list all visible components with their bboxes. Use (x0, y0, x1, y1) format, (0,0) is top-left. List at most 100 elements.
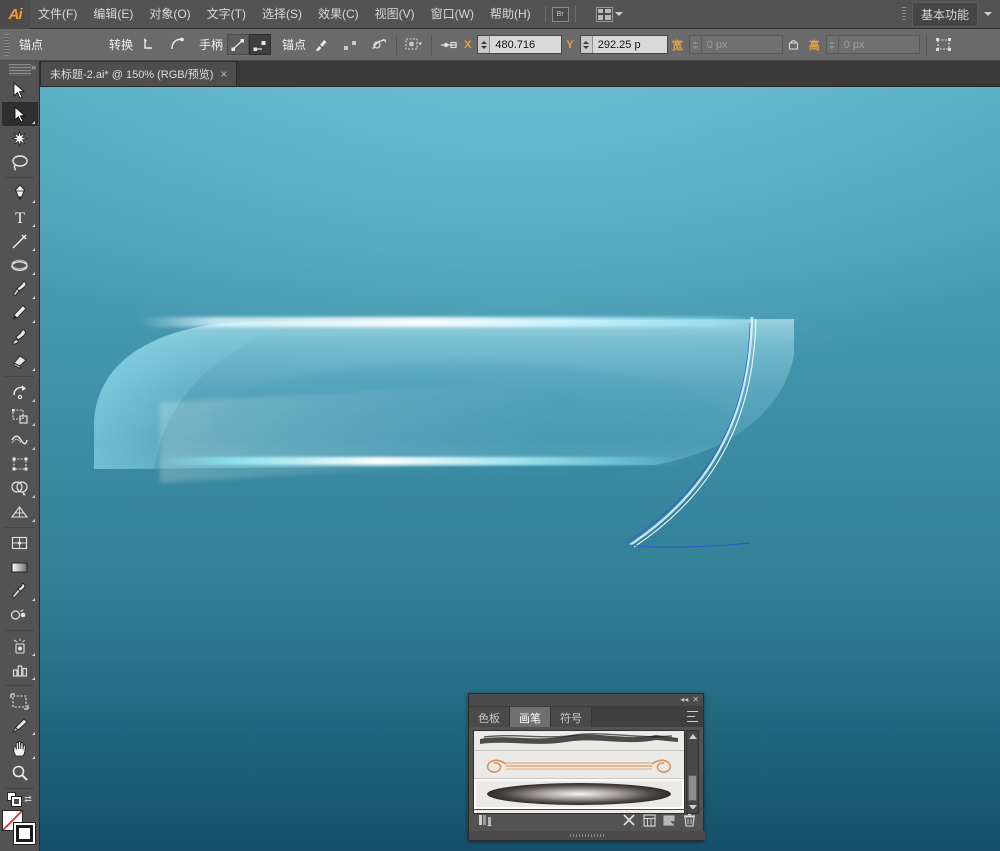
width-value: 0 px (706, 38, 728, 51)
magic-wand-tool[interactable] (2, 126, 38, 150)
direct-selection-tool[interactable] (1, 102, 38, 126)
free-transform-tool[interactable] (2, 452, 38, 476)
blob-brush-tool[interactable] (2, 325, 38, 349)
tool-sub-indicator (31, 200, 35, 203)
brush-options-icon[interactable] (639, 811, 659, 829)
panel-resize-grip[interactable] (469, 831, 705, 840)
hand-tool[interactable] (2, 737, 38, 761)
artboard-tool[interactable] (2, 689, 38, 713)
menu-file[interactable]: 文件(F) (30, 0, 85, 28)
delete-brush-icon[interactable] (679, 811, 699, 829)
gradient-tool[interactable] (2, 555, 38, 579)
tool-sub-indicator (31, 368, 35, 371)
height-stepper[interactable] (826, 36, 839, 53)
scale-tool[interactable] (2, 404, 38, 428)
pencil-tool[interactable] (2, 301, 38, 325)
tab-brushes[interactable]: 画笔 (510, 707, 551, 727)
lock-aspect-ratio-icon[interactable] (783, 34, 805, 56)
tool-sub-indicator (31, 756, 35, 759)
scroll-up-icon[interactable] (687, 731, 698, 742)
cut-path-icon[interactable] (368, 34, 390, 56)
control-bar: 锚点 转换 手柄 锚点 X 480.716 Y 292.25 p 宽 0 px … (0, 29, 1000, 61)
brush-rope-ribbon[interactable] (474, 751, 684, 779)
transform-icon[interactable] (933, 34, 955, 56)
hide-handles-icon[interactable] (249, 34, 272, 55)
menu-select[interactable]: 选择(S) (254, 0, 310, 28)
brush-libraries-menu-icon[interactable] (475, 811, 495, 829)
arrange-documents-icon[interactable] (595, 6, 623, 22)
close-panel-icon[interactable]: ✕ (692, 696, 699, 704)
blend-tool[interactable] (2, 603, 38, 627)
tab-swatches[interactable]: 色板 (469, 707, 510, 727)
brush-dark-oval-gradient[interactable] (474, 779, 684, 809)
paintbrush-tool[interactable] (2, 277, 38, 301)
perspective-grid-tool[interactable] (2, 500, 38, 524)
menu-object[interactable]: 对象(O) (141, 0, 198, 28)
brush-charcoal-stroke[interactable] (474, 731, 684, 751)
width-tool[interactable] (2, 428, 38, 452)
y-stepper[interactable] (580, 36, 593, 53)
column-graph-tool[interactable] (2, 658, 38, 682)
eyedropper-tool[interactable] (2, 579, 38, 603)
lasso-tool[interactable] (2, 150, 38, 174)
show-handles-icon[interactable] (227, 34, 250, 55)
y-axis-icon: Y (566, 38, 574, 51)
stroke-swatch[interactable] (12, 822, 36, 845)
scrollbar-track[interactable] (688, 743, 697, 801)
scrollbar-thumb[interactable] (688, 775, 697, 801)
type-tool[interactable]: T (2, 205, 38, 229)
panel-title-bar[interactable]: ◂◂ ✕ (469, 694, 703, 707)
slice-tool[interactable] (2, 713, 38, 737)
mesh-tool[interactable] (2, 531, 38, 555)
tab-symbols[interactable]: 符号 (551, 707, 592, 727)
zoom-tool[interactable] (2, 761, 38, 785)
control-bar-grip[interactable] (4, 33, 9, 56)
new-brush-icon[interactable] (659, 811, 679, 829)
panel-menu-icon[interactable] (687, 711, 699, 722)
swap-fill-stroke-icon[interactable]: ⇄ (24, 794, 32, 804)
brush-list[interactable] (473, 730, 685, 814)
rotate-tool[interactable] (2, 380, 38, 404)
convert-to-corner-icon[interactable] (137, 34, 159, 56)
menu-view[interactable]: 视图(V) (367, 0, 423, 28)
x-stepper[interactable] (478, 36, 491, 53)
selection-tool[interactable] (2, 78, 38, 102)
workspace-button[interactable]: 基本功能 (911, 1, 978, 27)
connect-anchors-icon[interactable] (339, 34, 361, 56)
menu-help[interactable]: 帮助(H) (482, 0, 539, 28)
width-field[interactable]: 0 px (688, 35, 783, 54)
symbol-sprayer-tool[interactable] (2, 634, 38, 658)
convert-to-smooth-icon[interactable] (166, 34, 188, 56)
workspace-chevron-down-icon[interactable] (984, 12, 992, 16)
menu-effect[interactable]: 效果(C) (310, 0, 367, 28)
y-position-field[interactable]: 292.25 p (579, 35, 668, 54)
collapse-tools-icon[interactable]: » (31, 62, 36, 72)
pen-tool[interactable] (2, 181, 38, 205)
convert-label: 转换 (109, 38, 134, 52)
line-segment-tool[interactable] (2, 229, 38, 253)
brush-list-scrollbar[interactable] (686, 730, 699, 814)
menu-window[interactable]: 窗口(W) (423, 0, 482, 28)
align-icon[interactable] (438, 34, 460, 56)
bridge-icon[interactable]: Br (551, 6, 569, 22)
right-rim-and-selected-path[interactable] (600, 315, 820, 575)
remove-anchor-icon[interactable] (310, 34, 332, 56)
collapse-panel-icon[interactable]: ◂◂ (680, 696, 688, 704)
brushes-panel-footer (469, 809, 705, 830)
remove-brush-stroke-icon[interactable] (619, 811, 639, 829)
eraser-tool[interactable] (2, 349, 38, 373)
document-tab[interactable]: 未标题-2.ai* @ 150% (RGB/预览) × (40, 61, 238, 86)
close-icon[interactable]: × (220, 68, 227, 80)
default-fill-stroke-icon[interactable] (7, 792, 23, 807)
menu-edit[interactable]: 编辑(E) (85, 0, 141, 28)
isolate-selected-object-icon[interactable] (403, 34, 425, 56)
width-stepper[interactable] (689, 36, 702, 53)
height-field[interactable]: 0 px (825, 35, 920, 54)
x-position-field[interactable]: 480.716 (477, 35, 563, 54)
menu-type[interactable]: 文字(T) (199, 0, 254, 28)
ellipse-tool[interactable] (2, 253, 38, 277)
tools-panel: » T ⇄ (0, 61, 40, 851)
menu-divider-2 (574, 6, 576, 22)
shape-builder-tool[interactable] (2, 476, 38, 500)
tools-panel-grip[interactable] (8, 64, 31, 76)
